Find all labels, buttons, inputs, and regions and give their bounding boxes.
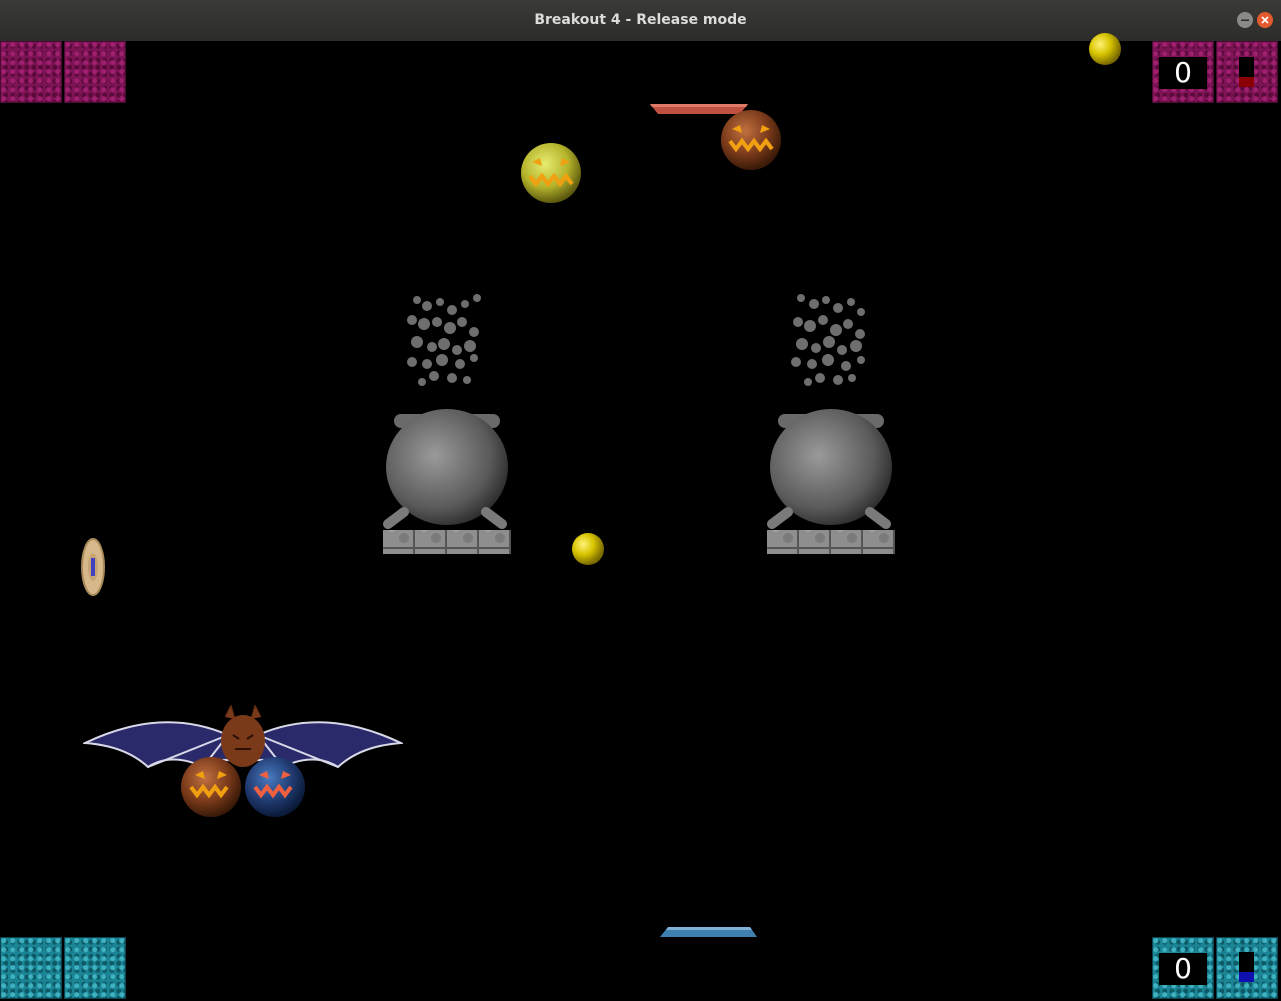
- bottom-player-score: 0: [1159, 953, 1207, 985]
- bottom-meter-fill: [1239, 971, 1254, 982]
- pumpkin-icon: [721, 110, 781, 170]
- top-player-meter: [1239, 57, 1254, 87]
- game-field[interactable]: 0 0: [0, 33, 1281, 1001]
- bottom-player-meter: [1239, 952, 1254, 982]
- bottom-paddle[interactable]: [660, 927, 758, 939]
- brick: [64, 937, 126, 999]
- brick: [0, 41, 62, 103]
- coin-icon: [81, 538, 105, 596]
- minimize-button[interactable]: [1237, 12, 1253, 28]
- window-title: Breakout 4 - Release mode: [534, 12, 747, 28]
- top-player-score: 0: [1159, 57, 1207, 89]
- ball-icon: [1089, 33, 1121, 65]
- close-icon: [1261, 16, 1269, 24]
- bat-icon: [83, 705, 403, 817]
- minimize-icon: [1241, 19, 1249, 21]
- cauldron-icon: [767, 294, 895, 554]
- brick: [64, 41, 126, 103]
- pumpkin-icon: [521, 143, 581, 203]
- cauldron-icon: [383, 294, 511, 554]
- top-meter-fill: [1239, 76, 1254, 87]
- ball-icon: [572, 533, 604, 565]
- close-button[interactable]: [1257, 12, 1273, 28]
- brick: [0, 937, 62, 999]
